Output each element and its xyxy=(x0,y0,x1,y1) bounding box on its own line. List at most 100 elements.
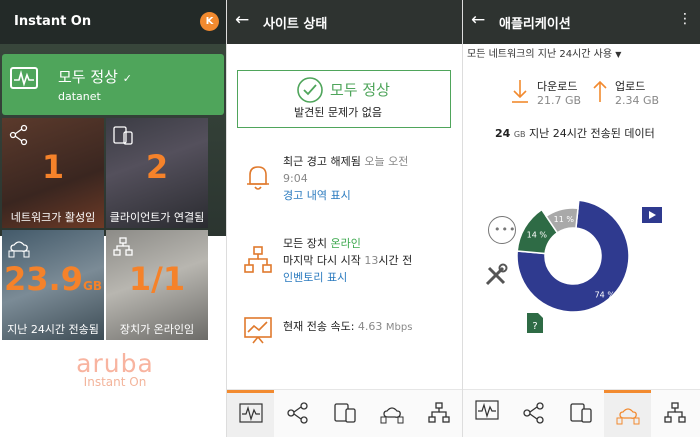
donut-label: 11 % xyxy=(554,215,575,224)
networks-tile[interactable]: 1 네트워크가 활성임 xyxy=(2,118,104,228)
status-wave-icon xyxy=(475,400,499,420)
tools-icon xyxy=(485,263,508,286)
network-icon xyxy=(287,402,308,424)
clients-count: 2 xyxy=(145,148,169,186)
back-arrow-icon[interactable]: ← xyxy=(471,10,485,30)
nav-applications[interactable] xyxy=(368,390,415,437)
restart-suffix: 시간 전 xyxy=(378,254,413,267)
devices-count: 1/1 xyxy=(128,260,186,298)
app-title: Instant On xyxy=(14,14,92,29)
topology-icon xyxy=(664,402,686,423)
alert-text: 최근 경고 해제됨 xyxy=(283,155,361,168)
total-value: 24 xyxy=(495,127,511,140)
alert-history-link[interactable]: 경고 내역 표시 xyxy=(283,189,351,202)
status-summary: 모두 정상 발견된 문제가 없음 xyxy=(237,70,451,128)
topology-icon xyxy=(113,237,133,256)
devices-icon xyxy=(334,403,356,423)
more-icon[interactable]: ⋮ xyxy=(678,11,692,27)
nav-status[interactable] xyxy=(227,390,274,437)
traffic-label: 지난 24시간 전송됨 xyxy=(7,323,99,336)
inventory-link[interactable]: 인벤토리 표시 xyxy=(283,271,347,284)
bottom-nav xyxy=(227,389,462,437)
avatar[interactable]: K xyxy=(200,12,219,31)
bottom-nav xyxy=(463,389,700,437)
nav-devices[interactable] xyxy=(415,390,462,437)
devices-label: 장치가 온라인임 xyxy=(119,323,195,336)
traffic-tile[interactable]: 23.9GB 지난 24시간 전송됨 xyxy=(2,230,104,340)
site-status-card[interactable]: 모두 정상 ✓ datanet xyxy=(2,54,224,115)
svg-text:?: ? xyxy=(532,321,537,332)
nav-clients[interactable] xyxy=(321,390,368,437)
alert-when: 오늘 오전 xyxy=(364,155,409,168)
network-icon xyxy=(523,402,544,424)
status-title: 모두 정상 xyxy=(330,81,390,99)
devices-tile[interactable]: 1/1 장치가 온라인임 xyxy=(106,230,208,340)
devices-state: 온라인 xyxy=(330,237,361,250)
applications-panel: ← 애플리케이션 ⋮ 모든 네트워크의 지난 24시간 사용 ▼ 다운로드 21… xyxy=(462,0,700,437)
nav-networks[interactable] xyxy=(274,390,321,437)
speed-unit: Mbps xyxy=(385,322,413,333)
networks-count: 1 xyxy=(41,148,65,186)
alert-section: 최근 경고 해제됨 오늘 오전 9:04 경고 내역 표시 xyxy=(283,153,408,204)
speed-section: 현재 전송 속도: 4.63 Mbps xyxy=(283,318,412,336)
site-name: datanet xyxy=(58,90,101,103)
devices-icon xyxy=(113,126,133,145)
download-label: 다운로드 xyxy=(537,80,578,93)
download-value: 21.7 GB xyxy=(537,94,582,107)
applications-app-bar: ← 애플리케이션 ⋮ xyxy=(463,0,700,44)
clients-icon xyxy=(616,408,640,425)
devices-icon xyxy=(570,403,592,423)
devices-section: 모든 장치 온라인 마지막 다시 시작 13시간 전 인벤토리 표시 xyxy=(283,235,412,286)
scope-dropdown[interactable]: 모든 네트워크의 지난 24시간 사용 ▼ xyxy=(467,45,621,60)
download-icon xyxy=(512,80,528,103)
upload-label: 업로드 xyxy=(615,80,646,93)
traffic-value: 23.9GB xyxy=(4,260,102,298)
status-title: 모두 정상 ✓ xyxy=(58,68,132,86)
site-status-app-bar: ← 사이트 상태 xyxy=(227,0,462,44)
aruba-logo: aruba Instant On xyxy=(60,349,170,389)
restart-hours: 13 xyxy=(364,254,379,267)
total-unit: GB xyxy=(513,130,526,139)
status-wave-icon xyxy=(10,67,38,89)
brand-name: aruba xyxy=(76,349,154,378)
back-arrow-icon[interactable]: ← xyxy=(235,10,249,30)
donut-label: 14 % xyxy=(527,231,548,240)
devices-text: 모든 장치 xyxy=(283,237,327,250)
restart-text: 마지막 다시 시작 xyxy=(283,254,361,267)
nav-networks[interactable] xyxy=(510,390,557,437)
clients-tile[interactable]: 2 클라이언트가 연결됨 xyxy=(106,118,208,228)
home-app-bar: Instant On K xyxy=(0,0,226,44)
chevron-down-icon: ▼ xyxy=(615,50,622,59)
check-circle-icon xyxy=(297,77,323,103)
status-subtitle: 발견된 문제가 없음 xyxy=(294,106,382,119)
speed-value: 4.63 xyxy=(357,320,383,333)
scope-label: 모든 네트워크의 지난 24시간 사용 xyxy=(467,49,613,60)
video-icon xyxy=(642,207,662,223)
upload-icon xyxy=(593,80,607,102)
page-title: 애플리케이션 xyxy=(499,17,571,32)
check-icon: ✓ xyxy=(122,72,132,85)
nav-clients[interactable] xyxy=(557,390,604,437)
nav-applications[interactable] xyxy=(604,390,651,437)
topology-icon xyxy=(244,246,272,273)
more-apps-icon[interactable]: ••• xyxy=(488,216,516,244)
speed-label: 현재 전송 속도: xyxy=(283,320,355,333)
upload-value: 2.34 GB xyxy=(615,94,660,107)
clients-icon xyxy=(380,407,404,424)
nav-status[interactable] xyxy=(463,390,510,437)
status-wave-icon xyxy=(239,403,263,423)
site-status-panel: ← 사이트 상태 모두 정상 발견된 문제가 없음 최근 경고 해제됨 오늘 오… xyxy=(226,0,462,437)
network-icon xyxy=(9,124,28,146)
clients-icon xyxy=(8,241,30,258)
clients-label: 클라이언트가 연결됨 xyxy=(109,211,205,224)
networks-label: 네트워크가 활성임 xyxy=(10,211,96,224)
speed-chart-icon xyxy=(244,317,272,344)
total-label: 지난 24시간 전송된 데이터 xyxy=(529,127,655,140)
usage-donut-chart: 74 % 14 % 11 % xyxy=(516,199,630,313)
home-panel: Instant On K 모두 정상 ✓ datanet 1 네트워크가 활성임… xyxy=(0,0,226,437)
donut-label: 74 % xyxy=(595,291,616,300)
nav-devices[interactable] xyxy=(651,390,698,437)
total-transferred: 24 GB 지난 24시간 전송된 데이터 xyxy=(495,125,655,141)
page-title: 사이트 상태 xyxy=(263,17,328,32)
topology-icon xyxy=(428,402,450,423)
